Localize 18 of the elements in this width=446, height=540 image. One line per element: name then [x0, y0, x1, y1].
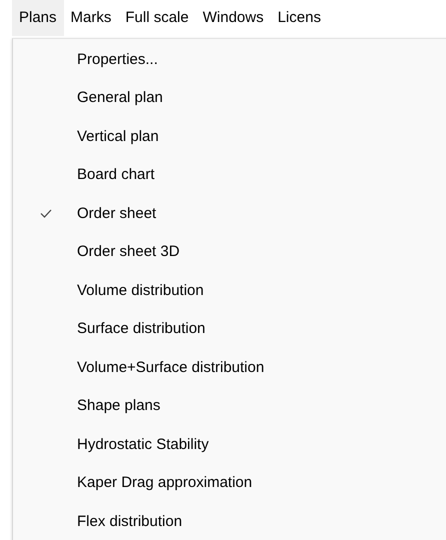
menu-bar-item[interactable]: Licens — [270, 0, 328, 36]
menu-bar-item[interactable]: Full scale — [118, 0, 196, 36]
menu-item[interactable]: Properties... — [77, 50, 158, 68]
menu-item[interactable]: Flex distribution — [77, 512, 182, 530]
menu-item[interactable]: Hydrostatic Stability — [77, 436, 209, 453]
menu-item[interactable]: Vertical plan — [77, 128, 159, 145]
menu-item[interactable]: General plan — [77, 89, 163, 106]
menu-item[interactable]: Volume+Surface distribution — [77, 358, 264, 376]
menu-item[interactable]: Order sheet — [77, 204, 156, 222]
menu-item[interactable]: Kaper Drag approximation — [77, 474, 252, 492]
menu-bar-item[interactable]: Windows — [196, 0, 271, 36]
menu-item[interactable]: Volume distribution — [77, 282, 204, 299]
menu-bar-item[interactable]: Marks — [64, 0, 118, 36]
menu-bar-item[interactable]: Plans — [12, 0, 64, 36]
menu-item[interactable]: Surface distribution — [77, 320, 206, 338]
menu-item[interactable]: Board chart — [77, 166, 155, 184]
menu-item[interactable]: Shape plans — [77, 397, 160, 414]
menu-item[interactable]: Order sheet 3D — [77, 243, 180, 260]
